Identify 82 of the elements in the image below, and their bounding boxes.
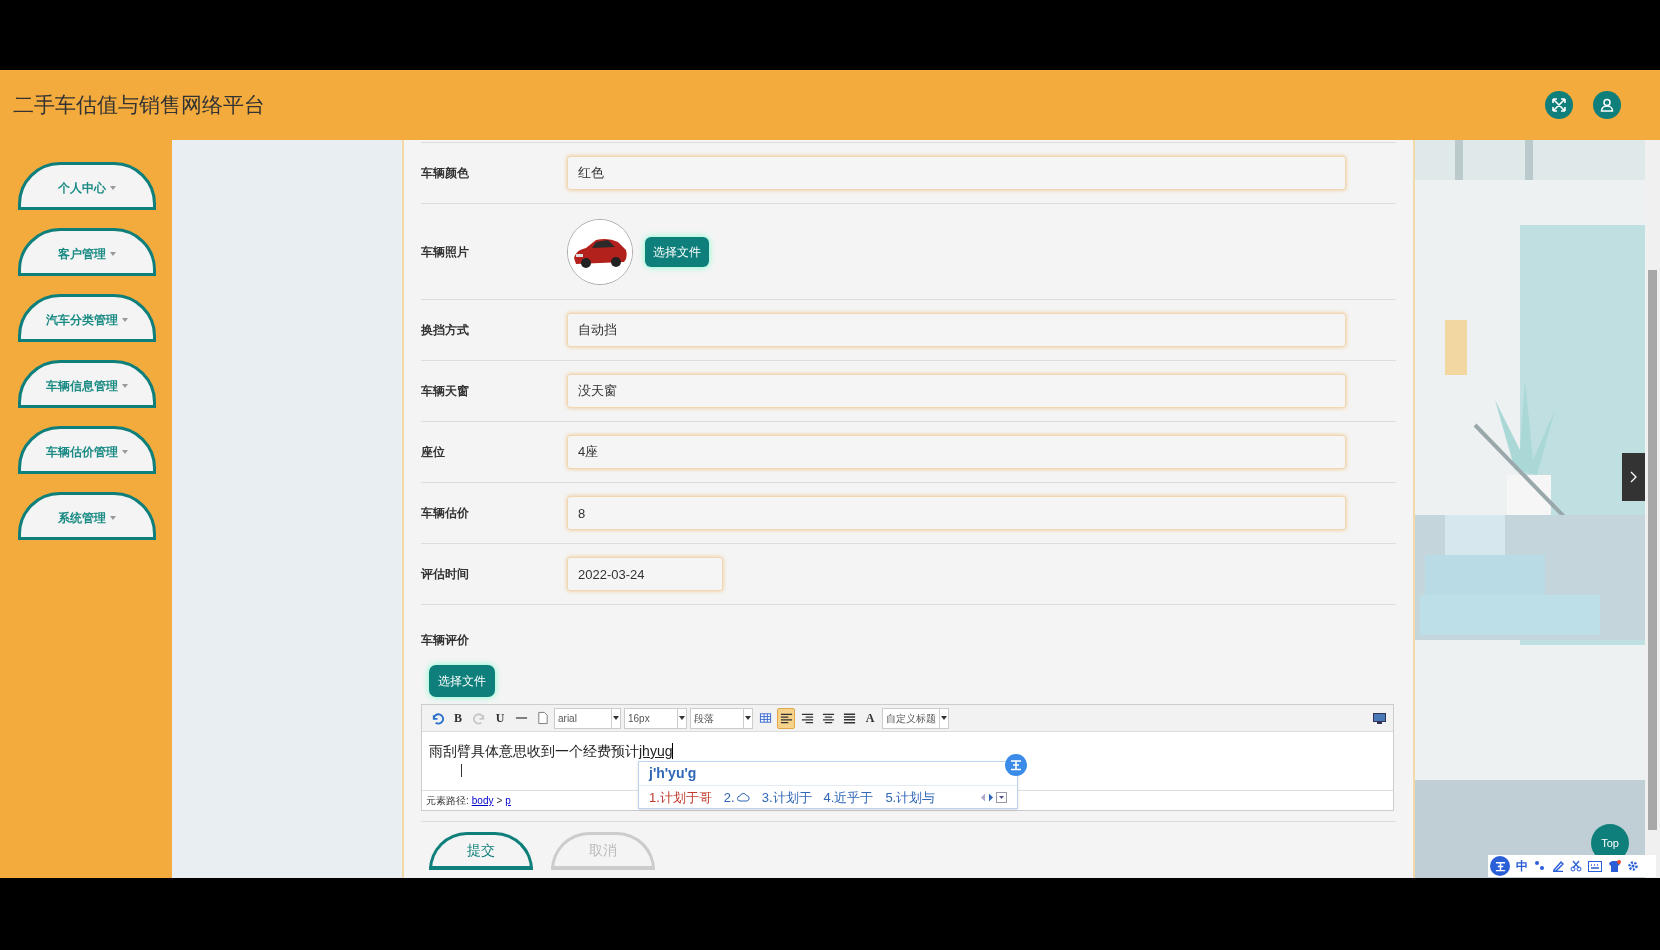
sidebar-menu-item[interactable]: 汽车分类管理 <box>18 294 156 342</box>
toolbar-button[interactable]: U <box>491 707 509 729</box>
table-icon <box>758 711 772 725</box>
input-field[interactable]: 没天窗 <box>567 374 1346 408</box>
date-field[interactable]: 2022-03-24 <box>567 557 723 591</box>
redo-icon <box>472 711 486 725</box>
toolbar-button[interactable]: A <box>861 707 879 729</box>
field-label: 车辆评价 <box>421 632 470 649</box>
align-left-icon <box>779 711 793 725</box>
sidebar-menu-item[interactable]: 车辆估价管理 <box>18 426 156 474</box>
ime-candidate[interactable]: 4.近乎于 <box>823 787 874 808</box>
undo-icon <box>430 711 444 725</box>
caret-icon <box>122 383 128 388</box>
caret-icon <box>941 716 947 720</box>
fullscreen-button[interactable] <box>1545 91 1573 119</box>
dropdown-field[interactable]: arial <box>554 707 621 729</box>
sidebar-menu-item[interactable]: 车辆信息管理 <box>18 360 156 408</box>
field-label: 换挡方式 <box>421 322 470 339</box>
input-field[interactable]: 8 <box>567 496 1346 530</box>
text-cursor-icon <box>461 764 462 777</box>
scissors-icon[interactable] <box>1570 860 1582 872</box>
app-title: 二手车估值与销售网络平台 <box>13 92 265 119</box>
page-arrows-icon[interactable] <box>980 793 994 802</box>
field-label: 评估时间 <box>421 566 470 583</box>
field-label: 车辆颜色 <box>421 165 470 182</box>
dropdown-field[interactable]: 自定义标题 <box>882 707 949 729</box>
submit-button[interactable]: 提交 <box>429 832 533 870</box>
ime-candidate[interactable]: 5.计划与 <box>885 787 936 808</box>
caret-icon <box>613 716 619 720</box>
user-button[interactable] <box>1593 91 1621 119</box>
input-field[interactable]: 4座 <box>567 435 1346 469</box>
field-label: 车辆估价 <box>421 505 470 522</box>
punctuation-icon[interactable] <box>1534 860 1546 872</box>
path-link[interactable]: body <box>471 793 494 808</box>
sidebar-menu-item[interactable]: 个人中心 <box>18 162 156 210</box>
toolbar-button[interactable] <box>777 707 795 729</box>
dropdown-field[interactable]: 16px <box>624 707 687 729</box>
element-path-label: 元素路径: <box>426 794 469 808</box>
justify-icon <box>842 711 856 725</box>
field-label: 座位 <box>421 444 446 461</box>
ime-candidate[interactable]: 1.计划于哥 <box>649 787 712 808</box>
caret-icon <box>122 317 128 322</box>
user-icon <box>1600 98 1614 112</box>
expand-dropdown-icon[interactable] <box>996 792 1007 803</box>
input-field[interactable]: 自动挡 <box>567 313 1346 347</box>
caret-icon <box>679 716 685 720</box>
chevron-right-icon <box>1629 471 1638 483</box>
scrollbar-thumb[interactable] <box>1648 270 1657 830</box>
keyboard-icon[interactable] <box>1588 860 1602 872</box>
ime-candidate[interactable]: 2. <box>723 787 735 808</box>
choose-file-button[interactable]: 选择文件 <box>429 665 495 697</box>
path-separator: > <box>496 794 503 808</box>
expand-icon <box>1552 98 1566 112</box>
choose-file-button[interactable]: 选择文件 <box>645 236 709 267</box>
page-icon <box>535 711 549 725</box>
align-right-icon <box>800 711 814 725</box>
dropdown-field[interactable]: 段落 <box>690 707 753 729</box>
editor-text[interactable]: 雨刮臂具体意思收到一个经费预计jhyug <box>429 741 1386 762</box>
pen-icon[interactable] <box>1552 860 1564 872</box>
settings-icon[interactable] <box>1627 860 1639 872</box>
path-link[interactable]: p <box>505 793 511 808</box>
ime-mode-toggle[interactable]: 中 <box>1516 857 1528 875</box>
ime-candidate[interactable]: 3.计划于 <box>761 787 812 808</box>
caret-icon <box>745 716 751 720</box>
fullscreen-button[interactable] <box>1371 710 1387 726</box>
align-center-icon <box>821 711 835 725</box>
field-label: 车辆照片 <box>421 243 470 261</box>
caret-icon <box>110 251 116 256</box>
caret-icon <box>110 515 116 520</box>
caret-icon <box>122 449 128 454</box>
toolbar-button[interactable]: B <box>449 707 467 729</box>
ime-input-text: j'h'yu'g <box>649 764 697 783</box>
field-label: 车辆天窗 <box>421 383 470 400</box>
ime-logo-icon[interactable] <box>1490 856 1510 876</box>
sidebar-menu-item[interactable]: 客户管理 <box>18 228 156 276</box>
caret-icon <box>110 185 116 190</box>
cloud-icon <box>736 793 750 802</box>
shirt-icon[interactable] <box>1608 859 1621 873</box>
side-panel-tab[interactable] <box>1622 453 1645 501</box>
monitor-icon <box>1372 712 1386 724</box>
input-field[interactable]: 红色 <box>567 156 1346 190</box>
sidebar-menu-item[interactable]: 系统管理 <box>18 492 156 540</box>
